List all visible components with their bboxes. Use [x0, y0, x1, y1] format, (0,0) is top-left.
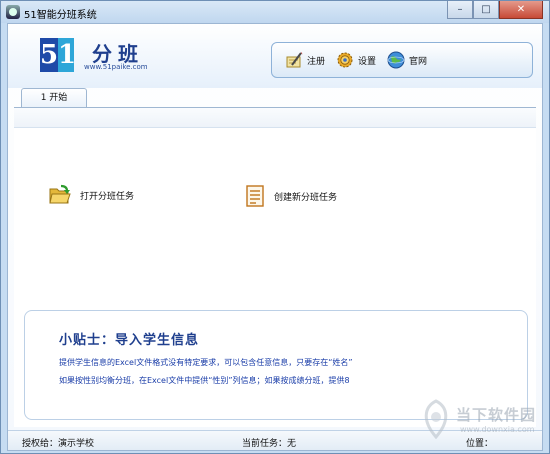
title-bar[interactable]: 51智能分班系统 – □ ✕ — [1, 1, 549, 23]
website-label: 官网 — [409, 56, 428, 67]
watermark-logo-icon — [424, 399, 448, 439]
logo-digit-1: 1 — [58, 38, 77, 72]
register-button[interactable]: 注册 — [284, 48, 325, 72]
open-task-label: 打开分班任务 — [80, 191, 135, 202]
window-title: 51智能分班系统 — [24, 10, 97, 21]
new-document-icon — [246, 185, 264, 207]
settings-gear-icon — [337, 52, 353, 68]
create-task-button[interactable]: 创建新分班任务 — [244, 184, 337, 208]
watermark: 当下软件园 www.downxia.com — [416, 399, 550, 441]
settings-label: 设置 — [358, 56, 377, 67]
maximize-button[interactable]: □ — [473, 1, 499, 19]
register-label: 注册 — [307, 56, 326, 67]
license-status: 授权给：演示学校 — [22, 439, 95, 449]
globe-icon — [387, 51, 405, 69]
website-button[interactable]: 官网 — [386, 48, 427, 72]
tips-title: 小贴士：导入学生信息 — [59, 333, 200, 348]
tips-line-1: 提供学生信息的Excel文件格式没有特定要求，可以包含任意信息，只要存在“姓名” — [59, 358, 353, 367]
window-controls: – □ ✕ — [447, 1, 543, 19]
tips-line-2: 如果按性别均衡分班，在Excel文件中提供“性别”列信息；如果按成绩分班，提供8 — [59, 376, 350, 385]
settings-button[interactable]: 设置 — [335, 48, 376, 72]
app-window: 51智能分班系统 – □ ✕ 5 1 分班 www.51paike.com 注册… — [0, 0, 550, 454]
header-band: 5 1 分班 www.51paike.com 注册 设置 官网 — [8, 24, 542, 88]
minimize-button[interactable]: – — [447, 1, 473, 19]
logo-url: www.51paike.com — [84, 63, 148, 71]
watermark-url: www.downxia.com — [460, 425, 535, 434]
current-task-status: 当前任务：无 — [242, 439, 297, 449]
register-icon — [286, 52, 303, 68]
open-task-button[interactable]: 打开分班任务 — [48, 184, 134, 206]
tab-panel: 打开分班任务 创建新分班任务 小贴士：导入学生信息 提供学生信息的Excel文件… — [14, 107, 536, 427]
logo-digit-5: 5 — [40, 38, 59, 72]
watermark-text: 当下软件园 — [456, 406, 537, 424]
panel-strip — [14, 108, 536, 128]
close-button[interactable]: ✕ — [499, 1, 543, 19]
open-folder-icon — [49, 184, 71, 204]
tab-start[interactable]: 1 开始 — [21, 88, 87, 108]
create-task-label: 创建新分班任务 — [274, 192, 338, 203]
toolbar: 注册 设置 官网 — [271, 42, 533, 78]
app-icon — [6, 5, 20, 19]
client-area: 5 1 分班 www.51paike.com 注册 设置 官网 1 开始 打开分… — [7, 23, 543, 451]
logo: 5 1 — [40, 38, 80, 72]
